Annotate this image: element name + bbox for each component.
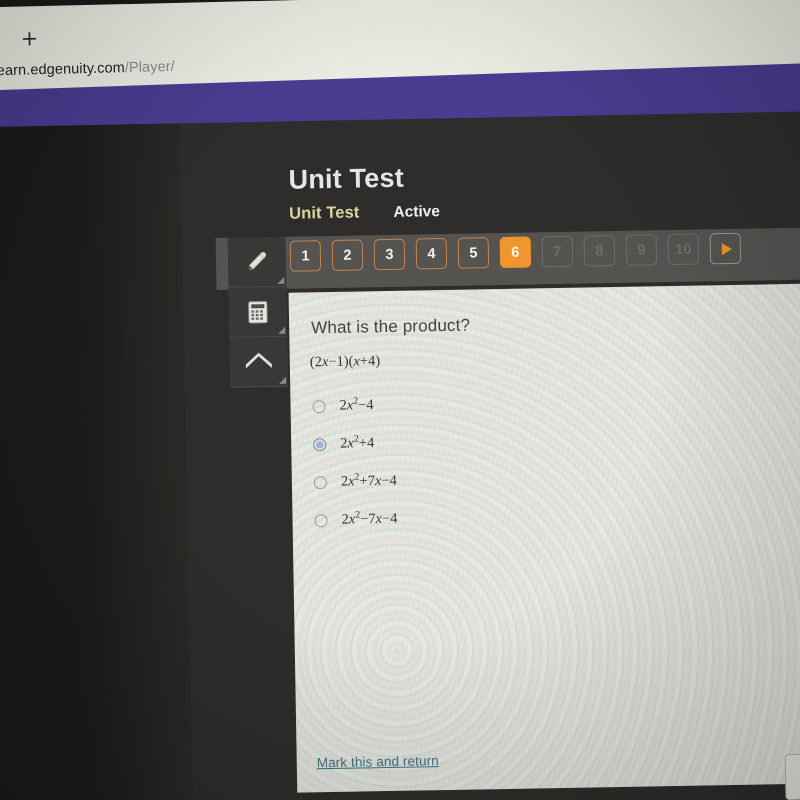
answer-choice-list: 2x2−4 2x2+4 2x2+7x−4 2x2−7x−4 xyxy=(312,388,775,548)
question-button-5[interactable]: 5 xyxy=(457,237,490,269)
question-button-1[interactable]: 1 xyxy=(289,240,322,272)
new-tab-button[interactable]: + xyxy=(20,26,38,50)
collapse-arrow-icon xyxy=(245,352,272,368)
mark-and-return-link[interactable]: Mark this and return xyxy=(317,753,439,770)
assignment-header: Unit Test Unit Test Active xyxy=(288,157,800,224)
radio-button-d[interactable] xyxy=(314,514,328,528)
radio-button-b[interactable] xyxy=(313,438,327,452)
status-badge: Active xyxy=(393,203,441,221)
question-button-7: 7 xyxy=(541,235,574,268)
radio-button-a[interactable] xyxy=(312,400,326,414)
next-question-button[interactable] xyxy=(709,232,742,265)
page-title: Unit Test xyxy=(288,162,405,195)
radio-button-c[interactable] xyxy=(313,476,328,490)
calculator-icon xyxy=(248,300,268,323)
url-host: learn.edgenuity.com xyxy=(0,60,126,80)
highlighter-icon xyxy=(248,251,267,271)
address-bar[interactable]: learn.edgenuity.com/Player/ xyxy=(0,59,175,79)
answer-choice-a-text: 2x2−4 xyxy=(339,395,374,414)
question-button-10: 10 xyxy=(667,233,700,266)
question-button-8: 8 xyxy=(583,235,616,267)
tool-highlighter[interactable] xyxy=(227,236,287,288)
question-button-9: 9 xyxy=(625,234,658,266)
tool-collapse[interactable] xyxy=(229,336,289,388)
question-prompt: What is the product? xyxy=(311,315,471,338)
answer-choice-d-text: 2x2−7x−4 xyxy=(341,509,398,528)
url-path: /Player/ xyxy=(124,58,176,77)
play-arrow-icon xyxy=(721,242,732,255)
tool-rail xyxy=(227,236,289,388)
answer-choice-c-text: 2x2+7x−4 xyxy=(340,471,397,490)
question-panel: What is the product? (2x−1)(x+4) 2x2−4 2… xyxy=(288,282,800,793)
question-button-4[interactable]: 4 xyxy=(415,237,448,270)
photographed-screen: + learn.edgenuity.com/Player/ Unit Test … xyxy=(0,0,800,800)
assignment-app: Unit Test Unit Test Active 1 2 3 4 5 6 7… xyxy=(214,135,800,800)
answer-choice-b-text: 2x2+4 xyxy=(340,433,375,452)
answer-choice-d[interactable]: 2x2−7x−4 xyxy=(314,502,775,548)
assignment-name: Unit Test xyxy=(289,203,360,223)
question-button-3[interactable]: 3 xyxy=(373,238,406,271)
question-expression: (2x−1)(x+4) xyxy=(309,353,381,371)
question-button-2[interactable]: 2 xyxy=(331,239,364,271)
tool-calculator[interactable] xyxy=(228,286,288,338)
question-button-6[interactable]: 6 xyxy=(499,236,532,269)
assignment-subheader: Unit Test Active xyxy=(289,195,800,224)
save-and-exit-button[interactable]: Sa xyxy=(784,752,800,800)
